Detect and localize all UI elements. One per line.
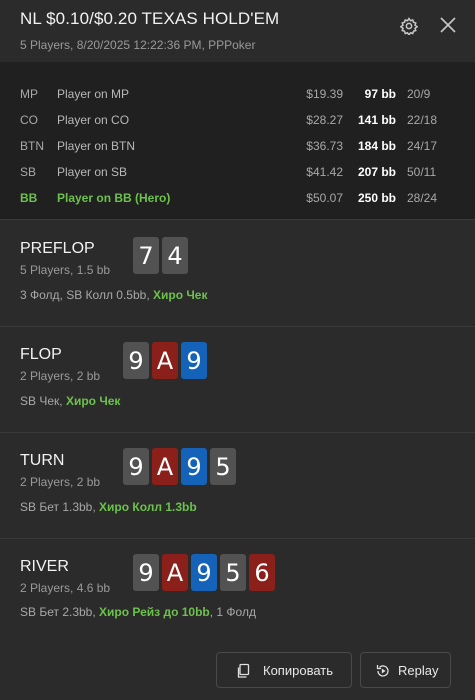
action-text: SB Бет 1.3bb, [20,500,100,514]
card-7-spade: 7 [133,237,159,274]
action-text: SB Бет 2.3bb, [20,605,100,619]
player-row-sb: SB Player on SB $41.42 207 bb 50/11 [0,162,475,182]
card-5-spade: 5 [220,554,246,591]
street-info: 2 Players, 2 bb [20,369,101,383]
player-name: Player on BTN [57,139,136,153]
action-text: SB Чек, [20,394,66,408]
card-6-heart: 6 [249,554,275,591]
player-stack-bb: 207 bb [357,165,396,179]
card-4-spade: 4 [162,237,188,274]
hero-action: Хиро Чек [65,394,121,408]
street-actions: SB Бет 1.3bb, Хиро Колл 1.3bb [20,500,197,514]
gear-icon[interactable] [400,17,418,35]
player-stats: 24/17 [407,139,438,153]
player-position: MP [20,87,38,101]
copy-icon [237,663,250,678]
hand-header: NL $0.10/$0.20 TEXAS HOLD'EM 5 Players, … [0,0,475,62]
player-stats: 20/9 [407,87,431,101]
player-stack-bb: 184 bb [357,139,396,153]
copy-button[interactable]: Копировать [216,652,352,688]
player-row-bb-hero: BB Player on BB (Hero) $50.07 250 bb 28/… [0,188,475,208]
card-9-diamond: 9 [181,448,207,485]
street-info: 2 Players, 4.6 bb [20,581,111,595]
player-row-btn: BTN Player on BTN $36.73 184 bb 24/17 [0,136,475,156]
player-stats: 50/11 [407,165,437,179]
board-cards: 9 A 9 [123,342,207,379]
player-stack-bb: 250 bb [357,191,396,205]
street-preflop: PREFLOP 5 Players, 1.5 bb 7 4 3 Фолд, SB… [0,220,475,327]
player-stack: $19.39 [306,87,343,101]
player-stack: $36.73 [306,139,343,153]
street-actions: 3 Фолд, SB Колл 0.5bb, Хиро Чек [20,288,208,302]
hero-action: Хиро Рейз до 10bb [99,605,210,619]
board-cards: 9 A 9 5 6 [133,554,275,591]
player-stack: $41.42 [306,165,343,179]
player-stack: $28.27 [306,113,343,127]
hero-action: Хиро Чек [153,288,208,302]
street-info: 5 Players, 1.5 bb [20,263,111,277]
card-9-spade: 9 [133,554,159,591]
street-actions: SB Чек, Хиро Чек [20,394,120,408]
card-a-heart: A [152,448,178,485]
card-a-heart: A [152,342,178,379]
street-name: FLOP [20,346,62,363]
player-row-mp: MP Player on MP $19.39 97 bb 20/9 [0,84,475,104]
player-stack-bb: 97 bb [364,87,396,101]
replay-icon [376,665,389,677]
street-name: TURN [20,452,65,469]
card-9-spade: 9 [123,448,149,485]
hero-action: Хиро Колл 1.3bb [99,500,197,514]
hand-title: NL $0.10/$0.20 TEXAS HOLD'EM [20,9,280,28]
copy-button-label: Копировать [263,663,333,678]
street-name: RIVER [20,558,69,575]
player-name: Player on MP [57,87,130,101]
player-name: Player on CO [57,113,130,127]
board-cards: 9 A 9 5 [123,448,236,485]
player-stack-bb: 141 bb [357,113,396,127]
street-flop: FLOP 2 Players, 2 bb 9 A 9 SB Чек, Хиро … [0,327,475,433]
street-name: PREFLOP [20,240,95,257]
card-9-diamond: 9 [191,554,217,591]
replay-button-label: Replay [398,663,439,678]
players-table: MP Player on MP $19.39 97 bb 20/9 CO Pla… [0,62,475,220]
player-row-co: CO Player on CO $28.27 141 bb 22/18 [0,110,475,130]
card-9-diamond: 9 [181,342,207,379]
replay-button[interactable]: Replay [360,652,451,688]
street-turn: TURN 2 Players, 2 bb 9 A 9 5 SB Бет 1.3b… [0,433,475,539]
player-stack: $50.07 [306,191,343,205]
street-river: RIVER 2 Players, 4.6 bb 9 A 9 5 6 SB Бет… [0,539,475,645]
card-5-spade: 5 [210,448,236,485]
player-name: Player on BB (Hero) [57,191,171,205]
player-position: BB [20,191,38,205]
player-position: CO [20,113,38,127]
street-actions: SB Бет 2.3bb, Хиро Рейз до 10bb, 1 Фолд [20,605,256,619]
hand-subtitle: 5 Players, 8/20/2025 12:22:36 PM, PPPoke… [20,38,256,52]
card-a-heart: A [162,554,188,591]
player-name: Player on SB [57,165,128,179]
action-text-tail: , 1 Фолд [209,605,256,619]
player-position: SB [20,165,37,179]
hole-cards: 7 4 [133,237,188,274]
card-9-spade: 9 [123,342,149,379]
street-info: 2 Players, 2 bb [20,475,101,489]
action-text: 3 Фолд, SB Колл 0.5bb, [20,288,153,302]
player-stats: 22/18 [407,113,438,127]
close-icon[interactable] [439,16,457,34]
player-stats: 28/24 [407,191,438,205]
player-position: BTN [20,139,44,153]
